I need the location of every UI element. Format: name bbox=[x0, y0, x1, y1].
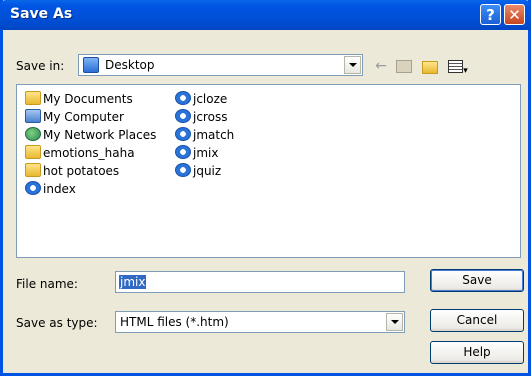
file-list[interactable]: My Documents My Computer My Network Plac… bbox=[16, 84, 521, 258]
save-in-label: Save in: bbox=[16, 59, 65, 73]
help-button[interactable]: Help bbox=[430, 341, 524, 364]
save-in-value: Desktop bbox=[105, 58, 155, 72]
title-bar[interactable]: Save As ? ✕ bbox=[0, 0, 531, 30]
new-folder-icon[interactable] bbox=[420, 57, 440, 75]
my-documents-icon bbox=[25, 91, 41, 105]
window-title: Save As bbox=[10, 6, 73, 22]
ie-document-icon bbox=[175, 109, 191, 123]
file-name-value: jmix bbox=[119, 275, 147, 289]
save-as-type-value: HTML files (*.htm) bbox=[120, 315, 229, 329]
chevron-down-icon[interactable] bbox=[386, 313, 403, 331]
help-title-button[interactable]: ? bbox=[480, 4, 501, 25]
save-button[interactable]: Save bbox=[430, 269, 524, 292]
list-item[interactable]: hot potatoes bbox=[25, 162, 119, 180]
my-computer-icon bbox=[25, 109, 41, 123]
save-as-type-label: Save as type: bbox=[16, 316, 98, 330]
folder-up-icon[interactable] bbox=[395, 57, 413, 75]
list-item[interactable]: jquiz bbox=[175, 162, 221, 180]
list-item[interactable]: My Network Places bbox=[25, 126, 156, 144]
folder-icon bbox=[25, 145, 41, 159]
desktop-icon bbox=[83, 57, 99, 73]
list-item[interactable]: jcloze bbox=[175, 90, 227, 108]
file-name-input[interactable]: jmix bbox=[115, 271, 405, 293]
list-item[interactable]: emotions_haha bbox=[25, 144, 135, 162]
list-item[interactable]: jcross bbox=[175, 108, 227, 126]
arrow-left-icon[interactable]: ← bbox=[372, 57, 390, 75]
close-title-button[interactable]: ✕ bbox=[504, 4, 525, 25]
cancel-button[interactable]: Cancel bbox=[430, 309, 524, 332]
save-as-dialog: Save As ? ✕ Save in: Desktop ← ▾ My Docu… bbox=[0, 0, 531, 376]
ie-document-icon bbox=[25, 181, 41, 195]
chevron-down-icon[interactable] bbox=[344, 56, 361, 74]
file-name-label: File name: bbox=[16, 277, 78, 291]
ie-document-icon bbox=[175, 163, 191, 177]
list-item[interactable]: jmix bbox=[175, 144, 218, 162]
ie-document-icon bbox=[175, 127, 191, 141]
save-as-type-select[interactable]: HTML files (*.htm) bbox=[115, 311, 405, 333]
list-item[interactable]: index bbox=[25, 180, 76, 198]
list-item[interactable]: My Computer bbox=[25, 108, 124, 126]
ie-document-icon bbox=[175, 145, 191, 159]
save-in-combo[interactable]: Desktop bbox=[78, 54, 363, 76]
ie-document-icon bbox=[175, 91, 191, 105]
network-places-icon bbox=[25, 127, 41, 141]
folder-icon bbox=[25, 163, 41, 177]
list-item[interactable]: jmatch bbox=[175, 126, 234, 144]
views-menu-icon[interactable]: ▾ bbox=[445, 57, 471, 76]
list-item[interactable]: My Documents bbox=[25, 90, 133, 108]
